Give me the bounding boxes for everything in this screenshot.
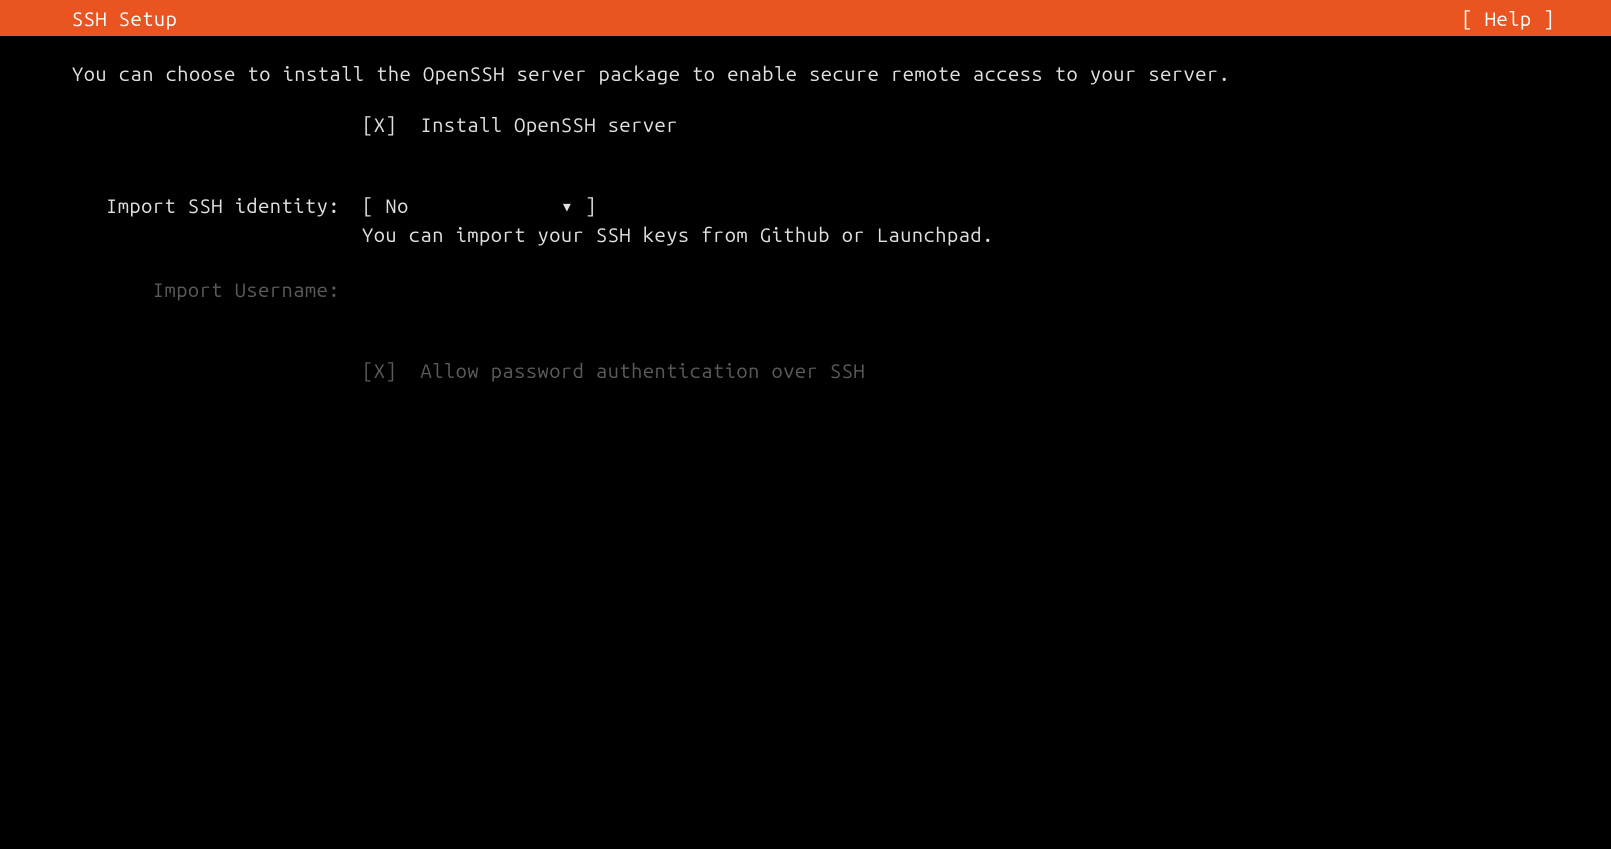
checkbox-label: Install OpenSSH server [421, 113, 678, 136]
checkbox-mark: [X] [362, 359, 397, 382]
page-description: You can choose to install the OpenSSH se… [72, 60, 1539, 87]
import-identity-dropdown[interactable]: [ No ▾ ] [362, 194, 597, 217]
checkbox-mark: [X] [362, 113, 397, 136]
installer-body: You can choose to install the OpenSSH se… [0, 36, 1611, 410]
install-openssh-checkbox[interactable]: [X] Install OpenSSH server [362, 113, 678, 136]
import-identity-hint: You can import your SSH keys from Github… [362, 223, 994, 246]
installer-header: SSH Setup [ Help ] [0, 0, 1611, 36]
page-title: SSH Setup [72, 7, 177, 30]
import-identity-label: Import SSH identity: [106, 194, 340, 217]
import-username-label: Import Username: [153, 278, 340, 301]
checkbox-label: Allow password authentication over SSH [421, 359, 866, 382]
allow-password-checkbox: [X] Allow password authentication over S… [362, 359, 865, 382]
help-button[interactable]: [ Help ] [1461, 7, 1555, 30]
